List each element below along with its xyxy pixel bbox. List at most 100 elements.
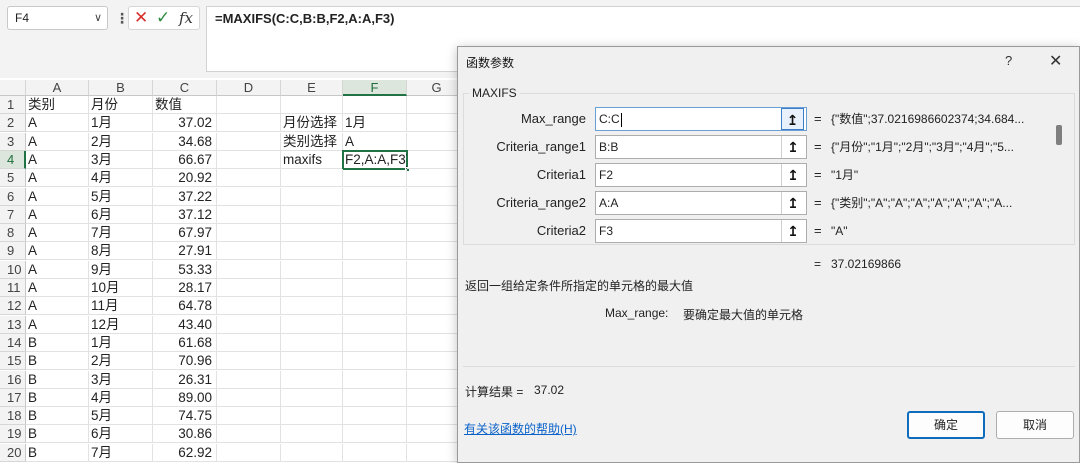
cell[interactable]: [217, 187, 281, 206]
cell[interactable]: 20.92: [153, 169, 217, 188]
cell[interactable]: 类别选择: [281, 132, 343, 151]
cancel-button[interactable]: 取消: [996, 411, 1074, 439]
row-header[interactable]: 3: [0, 132, 26, 151]
row-header[interactable]: 20: [0, 443, 26, 462]
cell[interactable]: 67.97: [153, 224, 217, 243]
cell[interactable]: 7月: [89, 443, 153, 462]
cell[interactable]: [281, 224, 343, 243]
cell[interactable]: [281, 279, 343, 297]
cell[interactable]: [343, 242, 407, 261]
column-header[interactable]: B: [89, 80, 153, 96]
cell[interactable]: [281, 352, 343, 371]
cell[interactable]: [217, 425, 281, 444]
cell[interactable]: A: [26, 150, 89, 169]
cell[interactable]: [217, 96, 281, 114]
cell[interactable]: B: [26, 352, 89, 371]
cell[interactable]: B: [26, 388, 89, 407]
row-header[interactable]: 17: [0, 388, 26, 407]
cell[interactable]: 61.68: [153, 333, 217, 352]
cell[interactable]: [217, 443, 281, 462]
range-picker-icon[interactable]: ↥: [781, 192, 804, 214]
cell[interactable]: 8月: [89, 242, 153, 261]
cell[interactable]: A: [26, 260, 89, 279]
cell[interactable]: 66.67: [153, 150, 217, 169]
cell[interactable]: [281, 205, 343, 224]
row-header[interactable]: 7: [0, 205, 26, 224]
cell[interactable]: [343, 297, 407, 316]
cell[interactable]: 34.68: [153, 132, 217, 151]
active-cell-content[interactable]: F2,A:A,F3): [343, 151, 407, 169]
cell[interactable]: A: [26, 315, 89, 334]
cell[interactable]: 月份: [89, 96, 153, 114]
cell[interactable]: [281, 388, 343, 407]
cell[interactable]: [217, 205, 281, 224]
cell[interactable]: [281, 443, 343, 462]
cell[interactable]: [343, 96, 407, 114]
cell[interactable]: 3月: [89, 150, 153, 169]
cell[interactable]: [217, 260, 281, 279]
cell[interactable]: A: [26, 279, 89, 297]
cell[interactable]: 53.33: [153, 260, 217, 279]
column-header[interactable]: C: [153, 80, 217, 96]
cell[interactable]: 类别: [26, 96, 89, 114]
cell[interactable]: 5月: [89, 187, 153, 206]
cell[interactable]: [217, 315, 281, 334]
cell[interactable]: [217, 407, 281, 426]
cell[interactable]: [343, 352, 407, 371]
cell[interactable]: B: [26, 407, 89, 426]
cell[interactable]: 7月: [89, 224, 153, 243]
cell[interactable]: A: [26, 187, 89, 206]
cell[interactable]: [217, 224, 281, 243]
row-header[interactable]: 14: [0, 333, 26, 352]
argument-input[interactable]: F2: [595, 163, 807, 187]
cell[interactable]: [217, 114, 281, 133]
range-picker-icon[interactable]: ↥: [781, 136, 804, 158]
ok-button[interactable]: 确定: [907, 411, 985, 439]
cell[interactable]: A: [26, 169, 89, 188]
range-picker-icon[interactable]: ↥: [781, 164, 804, 186]
cell[interactable]: [217, 150, 281, 169]
row-header[interactable]: 2: [0, 114, 26, 133]
function-help-link[interactable]: 有关该函数的帮助(H): [464, 420, 577, 437]
cell[interactable]: B: [26, 443, 89, 462]
row-header[interactable]: 1: [0, 96, 26, 114]
cell[interactable]: [343, 205, 407, 224]
select-all-corner[interactable]: [0, 80, 26, 96]
cell[interactable]: A: [26, 132, 89, 151]
cell[interactable]: 6月: [89, 205, 153, 224]
cell[interactable]: B: [26, 370, 89, 389]
cell[interactable]: 6月: [89, 425, 153, 444]
cell[interactable]: [217, 169, 281, 188]
enter-icon[interactable]: ✓: [156, 7, 170, 29]
insert-function-icon[interactable]: fx: [179, 7, 193, 29]
cell[interactable]: [343, 315, 407, 334]
cell[interactable]: 43.40: [153, 315, 217, 334]
cell[interactable]: 1月: [89, 333, 153, 352]
cell[interactable]: [343, 425, 407, 444]
cell[interactable]: 2月: [89, 352, 153, 371]
cancel-icon[interactable]: ✕: [134, 7, 148, 29]
cell[interactable]: [281, 297, 343, 316]
column-header[interactable]: A: [26, 80, 89, 96]
cell[interactable]: [217, 388, 281, 407]
cell[interactable]: [281, 260, 343, 279]
cell[interactable]: [281, 242, 343, 261]
row-header[interactable]: 8: [0, 224, 26, 243]
argument-input[interactable]: F3: [595, 219, 807, 243]
chevron-down-icon[interactable]: ∨: [94, 7, 102, 29]
cell[interactable]: 64.78: [153, 297, 217, 316]
help-icon[interactable]: ?: [1005, 53, 1012, 68]
row-header[interactable]: 15: [0, 352, 26, 371]
cell[interactable]: [343, 279, 407, 297]
argument-input[interactable]: A:A: [595, 191, 807, 215]
cell[interactable]: [217, 242, 281, 261]
cell[interactable]: 数值: [153, 96, 217, 114]
cell[interactable]: 3月: [89, 370, 153, 389]
cell[interactable]: 10月: [89, 279, 153, 297]
row-header[interactable]: 12: [0, 297, 26, 316]
cell[interactable]: [281, 407, 343, 426]
cell[interactable]: 37.12: [153, 205, 217, 224]
cell[interactable]: 89.00: [153, 388, 217, 407]
cell[interactable]: [217, 279, 281, 297]
row-header[interactable]: 10: [0, 260, 26, 279]
